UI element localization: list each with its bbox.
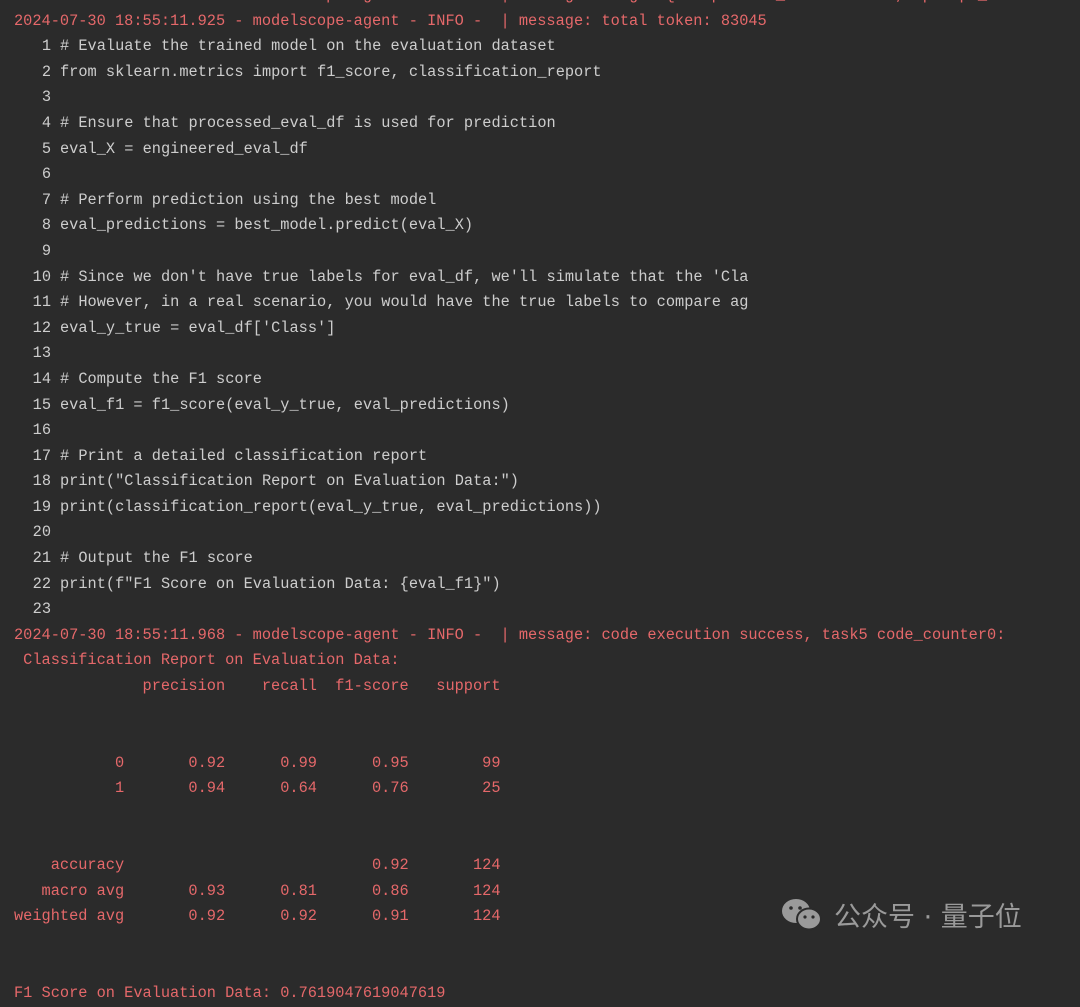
code-line: 1 # Evaluate the trained model on the eva…	[14, 34, 1080, 60]
line-number: 2	[41, 62, 51, 81]
code-line: 17 # Print a detailed classification repo…	[14, 444, 1080, 470]
line-number: 15	[32, 395, 51, 414]
code-line: 19 print(classification_report(eval_y_tru…	[14, 495, 1080, 521]
code-text: # Ensure that processed_eval_df is used …	[60, 113, 556, 132]
output-line: Classification Report on Evaluation Data…	[14, 651, 400, 670]
code-text: eval_X = engineered_eval_df	[60, 139, 308, 158]
line-number: 10	[32, 267, 51, 286]
code-text: # Compute the F1 score	[60, 369, 262, 388]
code-line: 8 eval_predictions = best_model.predict(e…	[14, 213, 1080, 239]
code-line: 9	[14, 239, 1080, 265]
output-line: 0 0.92 0.99 0.95 99	[14, 753, 501, 772]
line-number: 16	[32, 421, 51, 440]
line-number: 17	[32, 446, 51, 465]
line-number: 11	[32, 293, 51, 312]
code-line: 12 eval_y_true = eval_df['Class']	[14, 316, 1080, 342]
code-text: # Perform prediction using the best mode…	[60, 190, 437, 209]
code-text: from sklearn.metrics import f1_score, cl…	[60, 62, 602, 81]
code-line: 5 eval_X = engineered_eval_df	[14, 137, 1080, 163]
line-number: 18	[32, 472, 51, 491]
code-text: eval_f1 = f1_score(eval_y_true, eval_pre…	[60, 395, 510, 414]
code-line: 2 from sklearn.metrics import f1_score, c…	[14, 60, 1080, 86]
line-number: 5	[41, 139, 51, 158]
code-line: 3	[14, 85, 1080, 111]
line-number: 23	[32, 600, 51, 619]
line-number: 7	[41, 190, 51, 209]
line-number: 21	[32, 549, 51, 568]
execution-output: Classification Report on Evaluation Data…	[14, 648, 1080, 1006]
output-line: precision recall f1-score support	[14, 677, 501, 696]
output-line: F1 Score on Evaluation Data: 0.761904761…	[14, 984, 446, 1003]
line-number: 4	[41, 113, 51, 132]
code-block: 1 # Evaluate the trained model on the eva…	[14, 34, 1080, 623]
code-text: eval_predictions = best_model.predict(ev…	[60, 216, 474, 235]
line-number: 1	[41, 37, 51, 56]
code-line: 7 # Perform prediction using the best mod…	[14, 188, 1080, 214]
log-line-success: 2024-07-30 18:55:11.968 - modelscope-age…	[14, 625, 1006, 644]
code-line: 21 # Output the F1 score	[14, 546, 1080, 572]
code-text: # However, in a real scenario, you would…	[60, 293, 749, 312]
line-number: 9	[41, 241, 51, 260]
line-number: 12	[32, 318, 51, 337]
code-line: 20	[14, 520, 1080, 546]
wechat-icon	[782, 898, 822, 930]
log-line-total-token: 2024-07-30 18:55:11.925 - modelscope-age…	[14, 11, 767, 30]
console-output: 2024-07-30 18:55:11.924 - modelscope-age…	[14, 0, 1080, 1007]
line-number: 22	[32, 574, 51, 593]
line-number: 8	[41, 216, 51, 235]
code-text: print(f"F1 Score on Evaluation Data: {ev…	[60, 574, 501, 593]
code-line: 10 # Since we don't have true labels for …	[14, 265, 1080, 291]
watermark: 公众号 · 量子位	[780, 895, 1022, 934]
code-text: eval_y_true = eval_df['Class']	[60, 318, 336, 337]
code-line: 13	[14, 341, 1080, 367]
code-line: 14 # Compute the F1 score	[14, 367, 1080, 393]
line-number: 3	[41, 88, 51, 107]
code-line: 4 # Ensure that processed_eval_df is used…	[14, 111, 1080, 137]
code-text: # Print a detailed classification report	[60, 446, 428, 465]
line-number: 6	[41, 165, 51, 184]
line-number: 14	[32, 369, 51, 388]
output-line: 1 0.94 0.64 0.76 25	[14, 779, 501, 798]
code-line: 15 eval_f1 = f1_score(eval_y_true, eval_p…	[14, 393, 1080, 419]
output-line: accuracy 0.92 124	[14, 856, 501, 875]
watermark-text: 公众号 · 量子位	[834, 902, 1022, 933]
line-number: 13	[32, 344, 51, 363]
code-line: 6	[14, 162, 1080, 188]
line-number: 20	[32, 523, 51, 542]
log-line-usage: 2024-07-30 18:55:11.924 - modelscope-age…	[14, 0, 1080, 9]
code-line: 11 # However, in a real scenario, you wou…	[14, 290, 1080, 316]
code-text: # Since we don't have true labels for ev…	[60, 267, 749, 286]
code-text: # Evaluate the trained model on the eval…	[60, 37, 556, 56]
code-text: print("Classification Report on Evaluati…	[60, 472, 519, 491]
code-line: 23	[14, 597, 1080, 623]
code-line: 22 print(f"F1 Score on Evaluation Data: {…	[14, 572, 1080, 598]
code-text: # Output the F1 score	[60, 549, 253, 568]
code-line: 16	[14, 418, 1080, 444]
line-number: 19	[32, 497, 51, 516]
code-text: print(classification_report(eval_y_true,…	[60, 497, 602, 516]
code-line: 18 print("Classification Report on Evalua…	[14, 469, 1080, 495]
